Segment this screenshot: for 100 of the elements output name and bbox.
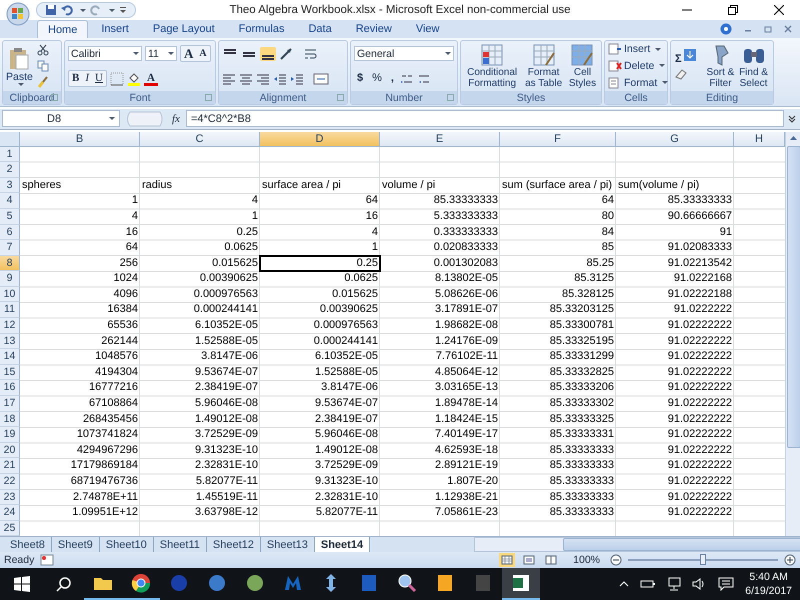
row-header[interactable]: 19: [0, 427, 20, 443]
row-header[interactable]: 8: [0, 256, 20, 272]
row-header[interactable]: 3: [0, 178, 20, 194]
excel-app-icon[interactable]: [502, 568, 540, 600]
font-color-button[interactable]: A: [144, 72, 158, 86]
row-header[interactable]: 2: [0, 162, 20, 178]
start-icon[interactable]: [14, 576, 30, 592]
row-header[interactable]: 11: [0, 302, 20, 318]
format-cells-button[interactable]: Format: [608, 76, 668, 89]
row-header[interactable]: 1: [0, 146, 20, 162]
row-header[interactable]: 18: [0, 412, 20, 428]
row-header[interactable]: 5: [0, 208, 20, 224]
clock-time[interactable]: 5:40 AM: [749, 570, 788, 584]
break-view-icon[interactable]: [543, 553, 560, 568]
network-icon[interactable]: [666, 577, 682, 591]
customize-menu-icon[interactable]: [119, 6, 127, 14]
column-header[interactable]: G: [616, 132, 734, 147]
delete-cells-button[interactable]: Delete: [608, 60, 666, 72]
row-header[interactable]: 14: [0, 349, 20, 365]
percent-button[interactable]: %: [369, 71, 385, 86]
insert-cells-button[interactable]: Insert: [608, 43, 662, 56]
fill-color-icon[interactable]: [126, 72, 141, 86]
scrollbar-thumb[interactable]: [786, 146, 800, 448]
ribbon-tab[interactable]: Page Layout: [142, 20, 226, 38]
undo-icon[interactable]: [61, 4, 73, 16]
bold-button[interactable]: B: [69, 71, 82, 86]
close-icon[interactable]: [774, 5, 784, 15]
vertical-scrollbar[interactable]: [785, 132, 800, 536]
row-header[interactable]: 21: [0, 458, 20, 474]
number-format-field[interactable]: General: [354, 46, 454, 61]
scissors-icon[interactable]: [36, 44, 49, 56]
decrease-indent-icon[interactable]: [273, 73, 287, 85]
font-size-field[interactable]: 11: [145, 46, 177, 61]
currency-button[interactable]: $: [354, 71, 366, 86]
resize-handle-icon[interactable]: [124, 110, 164, 127]
row-header[interactable]: 17: [0, 396, 20, 412]
borders-icon[interactable]: [110, 72, 124, 86]
column-header[interactable]: C: [140, 132, 260, 147]
eraser-icon[interactable]: [674, 67, 688, 81]
row-header[interactable]: 13: [0, 334, 20, 350]
horizontal-scrollbar[interactable]: [474, 537, 800, 552]
brush-icon[interactable]: [36, 76, 49, 88]
row-header[interactable]: 20: [0, 442, 20, 458]
row-header[interactable]: 7: [0, 240, 20, 256]
fill-down-icon[interactable]: [682, 48, 697, 62]
align-center-icon[interactable]: [239, 73, 253, 85]
formula-field[interactable]: =4*C8^2*B8: [186, 110, 784, 128]
row-header[interactable]: 12: [0, 318, 20, 334]
restore-icon[interactable]: [728, 5, 738, 15]
sort-filter-button[interactable]: Sort & Filter: [704, 43, 736, 89]
row-header[interactable]: 4: [0, 193, 20, 209]
row-header[interactable]: 9: [0, 271, 20, 287]
autosum-button[interactable]: Σ: [674, 52, 683, 67]
comma-button[interactable]: ,: [388, 71, 397, 86]
format-as-table-button[interactable]: Format as Table: [521, 43, 566, 89]
zoom-out-icon[interactable]: [610, 554, 622, 566]
decrease-decimal-icon[interactable]: [416, 72, 431, 84]
column-header[interactable]: B: [20, 132, 140, 147]
caret-icon[interactable]: [80, 8, 86, 12]
ribbon-tab[interactable]: Insert: [90, 20, 140, 38]
row-header[interactable]: 6: [0, 224, 20, 240]
column-header[interactable]: E: [380, 132, 500, 147]
row-header[interactable]: 24: [0, 505, 20, 521]
increase-indent-icon[interactable]: [290, 73, 304, 85]
cell-styles-button[interactable]: Cell Styles: [566, 43, 598, 89]
find-select-button[interactable]: Find & Select: [737, 43, 770, 89]
font-name-field[interactable]: Calibri: [68, 46, 142, 61]
ribbon-tab[interactable]: Home: [37, 20, 88, 38]
bottom-align-icon[interactable]: [260, 47, 276, 61]
row-header[interactable]: 10: [0, 286, 20, 302]
search-icon[interactable]: [56, 576, 72, 592]
italic-button[interactable]: I: [82, 71, 92, 86]
help-icon[interactable]: [720, 23, 732, 35]
ribbon-tab[interactable]: View: [404, 20, 450, 38]
save-icon[interactable]: [45, 4, 57, 16]
wrap-text-icon[interactable]: [304, 47, 318, 61]
merge-cells-icon[interactable]: [313, 73, 329, 85]
notification-icon[interactable]: [718, 577, 734, 591]
battery-icon[interactable]: [640, 578, 656, 590]
grow-font-button[interactable]: A: [181, 46, 196, 61]
ribbon-tab[interactable]: Review: [344, 20, 403, 38]
paste-button[interactable]: Paste: [6, 46, 33, 86]
underline-button[interactable]: U: [92, 71, 106, 86]
column-header[interactable]: H: [734, 132, 785, 147]
zoom-level[interactable]: 100%: [573, 554, 600, 566]
zoom-slider-thumb[interactable]: [700, 554, 706, 566]
column-header[interactable]: D: [260, 132, 380, 147]
normal-view-icon[interactable]: [499, 553, 516, 568]
sheet-tab[interactable]: Sheet14: [314, 537, 370, 552]
align-right-icon[interactable]: [256, 73, 270, 85]
row-header[interactable]: 22: [0, 474, 20, 490]
clock-date[interactable]: 6/19/2017: [745, 584, 792, 598]
conditional-formatting-button[interactable]: Conditional Formatting: [464, 43, 520, 89]
increase-decimal-icon[interactable]: [400, 72, 414, 84]
align-left-icon[interactable]: [222, 73, 236, 85]
expand-icon[interactable]: [787, 114, 797, 124]
row-header[interactable]: 23: [0, 490, 20, 506]
macro-record-icon[interactable]: [40, 554, 54, 566]
ribbon-tab[interactable]: Data: [297, 20, 343, 38]
column-header[interactable]: F: [500, 132, 616, 147]
